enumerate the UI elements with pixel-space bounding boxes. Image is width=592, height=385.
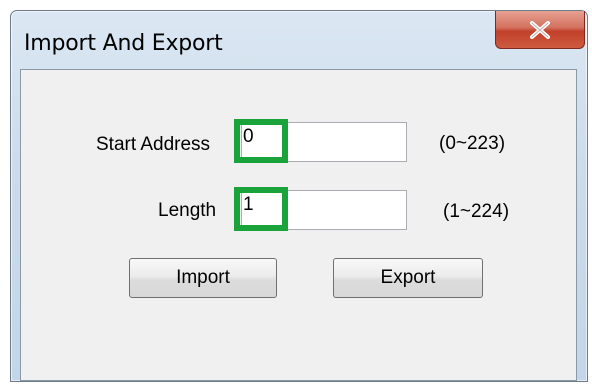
- window-title: Import And Export: [24, 31, 223, 56]
- dialog-client-area: Start Address 0 (0~223) Length 1 (1~224)…: [20, 69, 577, 381]
- export-button[interactable]: Export: [333, 258, 483, 298]
- close-button[interactable]: [495, 11, 585, 49]
- import-button[interactable]: Import: [129, 258, 277, 298]
- start-address-input[interactable]: 0: [234, 119, 407, 163]
- import-export-dialog: Import And Export Start Address 0 (0~223…: [10, 10, 588, 382]
- title-bar[interactable]: Import And Export: [11, 11, 587, 69]
- length-input[interactable]: 1: [234, 187, 407, 231]
- start-address-label: Start Address: [96, 134, 211, 155]
- start-address-value: 0: [234, 119, 288, 163]
- close-icon: [530, 20, 550, 39]
- length-range: (1~224): [443, 201, 510, 222]
- start-address-range: (0~223): [439, 133, 506, 154]
- length-value: 1: [234, 187, 288, 231]
- length-label: Length: [158, 200, 217, 221]
